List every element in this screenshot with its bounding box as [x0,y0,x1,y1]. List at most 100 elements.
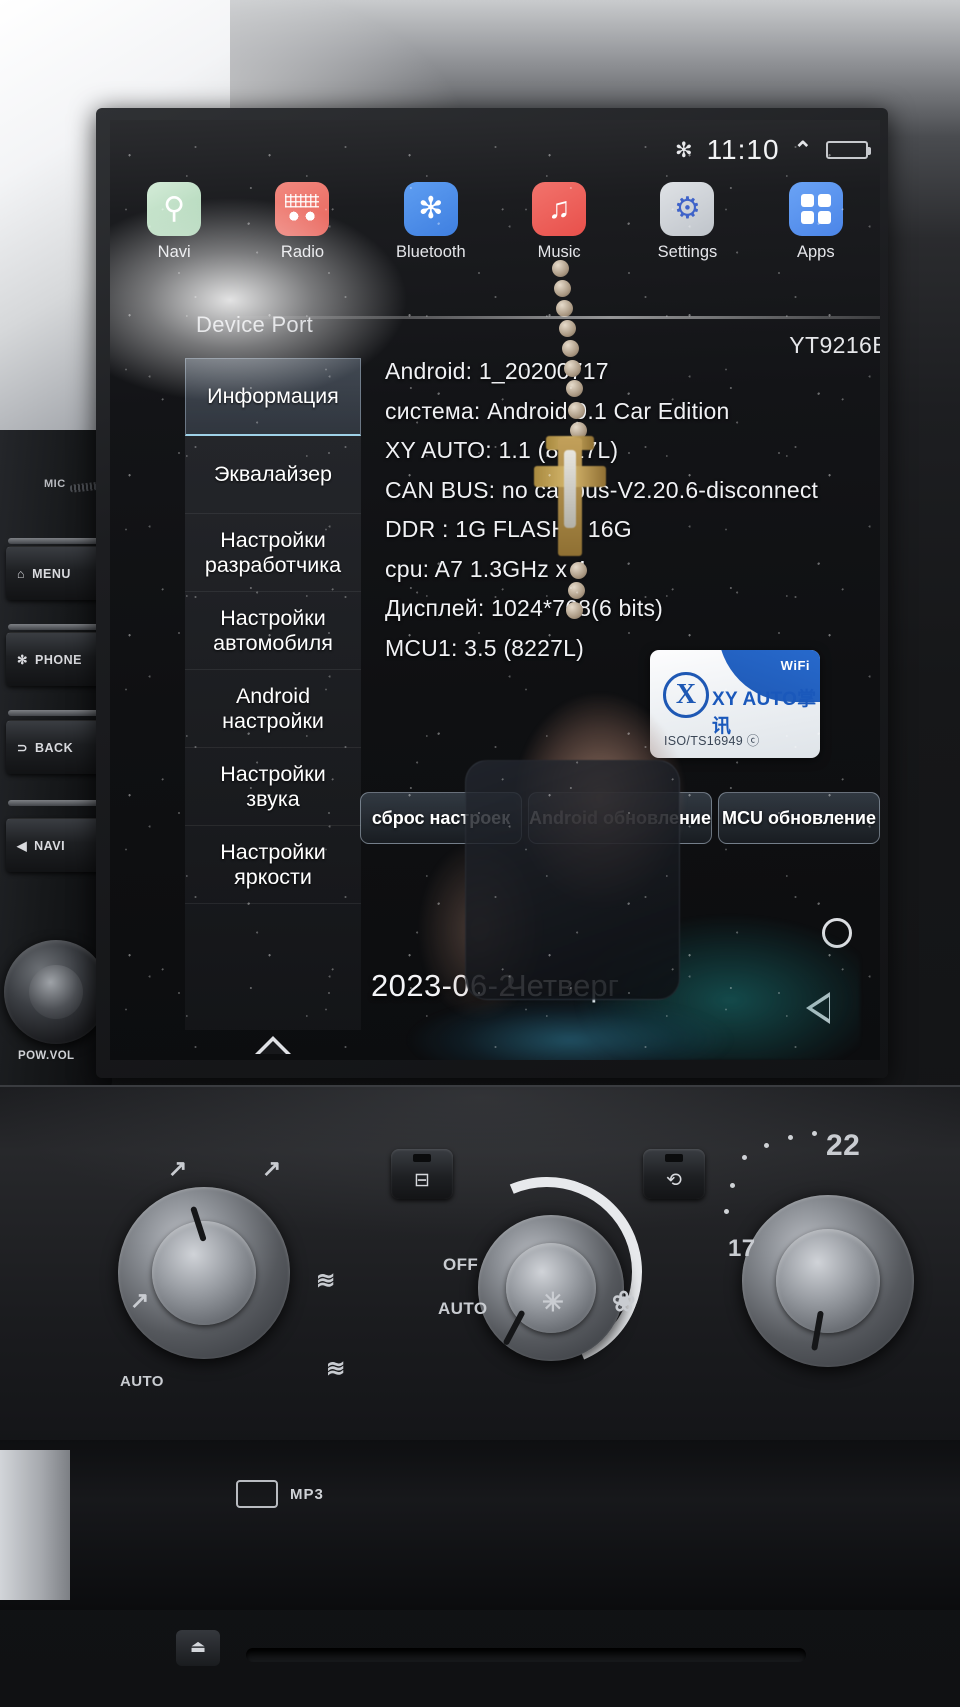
apps-grid-icon [788,182,843,236]
power-volume-knob[interactable] [4,940,108,1044]
temp-scale-dot [812,1131,817,1136]
panel-divider [8,800,104,806]
dock-label: Navi [157,243,191,261]
sidebar-item-developer[interactable]: Настройки разработчика [185,514,361,592]
chevron-up-double-icon[interactable]: ⌃ [794,137,812,163]
wifi-label: WiFi [780,658,810,673]
temp-scale-dot [724,1209,729,1214]
hw-button-menu[interactable]: ⌂ MENU [6,546,106,600]
rear-defrost-icon: ⊟ [414,1170,430,1191]
status-time: 11:10 [706,134,780,165]
info-line-memory: DDR : 1G FLASH : 16G [385,516,632,543]
temp-scale-dot [764,1143,769,1148]
home-icon: ⌂ [17,566,26,581]
head-unit-screen[interactable]: ✻ 11:10 ⌃ ⚲ Navi Radio ✻ Bluetooth ♫ Mus… [110,120,880,1060]
fan-icon: ❀ [612,1286,636,1317]
dock-item-apps[interactable]: Apps [752,182,880,282]
panel-divider [8,624,104,630]
status-bar: ✻ 11:10 ⌃ [674,132,871,168]
sidebar-item-brightness[interactable]: Настройки яркости [185,826,361,904]
date-bar: 2023-06-2 Четверг [110,968,880,1004]
factory-reset-button[interactable]: сброс настроек [360,792,523,844]
bluetooth-icon: ✻ [674,138,693,162]
xy-auto-badge: WiFi X XY AUTO掌讯 ISO/TS16949 ⓒ [650,650,820,758]
windshield-defrost-icon: ≋ [326,1355,346,1381]
air-recirculation-icon: ⟲ [666,1170,682,1191]
battery-icon [826,141,871,159]
air-recirculation-button[interactable]: ⟲ [643,1149,705,1199]
xy-auto-logo-icon: X [663,672,709,718]
device-port-title: Device Port [196,312,314,337]
badge-iso-text: ISO/TS16949 ⓒ [664,734,760,748]
hw-button-phone[interactable]: ✻ PHONE [6,632,106,686]
dock-item-radio[interactable]: Radio [238,182,366,282]
dock-item-bluetooth[interactable]: ✻ Bluetooth [367,182,495,282]
device-info-panel: Android: 1_20200717 система: Android 9.1… [385,352,880,668]
disc-slot [246,1648,806,1662]
temp-scale-dot [730,1183,735,1188]
auto-mode-label: AUTO [120,1373,164,1390]
mcu-update-button[interactable]: MCU обновление [717,792,880,844]
temperature-dial-core [776,1229,880,1333]
rear-defrost-led [413,1154,431,1162]
air-face-icon: ↗ [130,1287,150,1313]
reflection-streak [220,316,880,319]
temp-scale-dot [788,1135,793,1140]
knob-center [29,965,83,1019]
fan-off-label: OFF [443,1255,479,1274]
temp-scale-dot [742,1155,747,1160]
dock-label: Music [537,243,581,261]
power-volume-label: POW.VOL [18,1050,75,1062]
sidebar-item-car-settings[interactable]: Настройки автомобиля [185,592,361,670]
air-defrost-icon: ↗ [262,1155,282,1181]
temperature-high-label: 22 [826,1129,861,1162]
value-stepper[interactable]: 28 [185,1036,361,1060]
current-date: 2023-06-2 [371,968,516,1003]
panel-divider [8,538,104,544]
bluetooth-icon: ✻ [17,653,28,667]
action-button-row: сброс настроек Android обновление MCU об… [360,792,880,844]
rear-defrost-button[interactable]: ⊟ [391,1149,453,1199]
info-line-xyauto: XY AUTO: 1.1 (8227L) [385,437,619,464]
info-line-canbus: CAN BUS: no canbus-V2.20.6-disconnect [385,476,819,503]
music-note-icon: ♫ [532,182,587,236]
recirc-led [665,1154,683,1162]
back-arrow-icon: ⊃ [17,741,28,755]
gear-icon: ⚙ [660,182,715,236]
car-head-unit-photo: MIC ⌂ MENU ✻ PHONE ⊃ BACK ◀ NAVI POW.VOL [0,0,960,1707]
sidebar-item-sound[interactable]: Настройки звука [185,748,361,826]
temperature-dial[interactable] [742,1195,914,1367]
sidebar-item-information[interactable]: Информация [185,358,361,436]
media-drive-strip [0,1440,960,1610]
console-trim [0,1450,70,1600]
location-pin-icon: ⚲ [147,182,202,236]
android-update-button[interactable]: Android обновление [528,792,712,844]
air-feet-icon: ↗ [168,1155,188,1181]
dock-item-navi[interactable]: ⚲ Navi [110,182,238,282]
bluetooth-icon: ✻ [403,182,458,236]
sidebar-item-android[interactable]: Android настройки [185,670,361,748]
triangle-up-icon[interactable] [255,1036,291,1054]
eject-button[interactable] [176,1630,220,1666]
temperature-low-label: 17 [728,1235,756,1262]
climate-control-console: AUTO ↗ ↗ ↗ ≋ ≋ ⊟ ⟲ OFF AUTO ✳ ❀ 22 17 [0,1085,960,1485]
hw-button-back[interactable]: ⊃ BACK [6,720,106,774]
info-line-android: Android: 1_20200717 [385,358,609,384]
back-triangle-icon[interactable] [806,992,854,1024]
air-windshield-icon: ≋ [316,1267,336,1293]
dock-label: Settings [657,243,718,261]
home-circle-icon[interactable] [822,918,852,948]
mp3-label: MP3 [290,1486,324,1503]
current-weekday: Четверг [505,968,619,1003]
hw-button-navi[interactable]: ◀ NAVI [6,818,106,872]
dock-item-music[interactable]: ♫ Music [495,182,623,282]
dock-item-settings[interactable]: ⚙ Settings [623,182,751,282]
air-mode-dial[interactable] [118,1187,290,1359]
fan-auto-label: AUTO [438,1299,488,1318]
panel-divider [8,710,104,716]
dock-label: Apps [797,243,835,261]
sidebar-item-equalizer[interactable]: Эквалайзер [185,436,361,514]
info-line-system: система: Android 9.1 Car Edition [385,397,730,424]
info-line-display: Дисплей: 1024*768(6 bits) [385,595,664,622]
dock-label: Radio [280,243,325,261]
